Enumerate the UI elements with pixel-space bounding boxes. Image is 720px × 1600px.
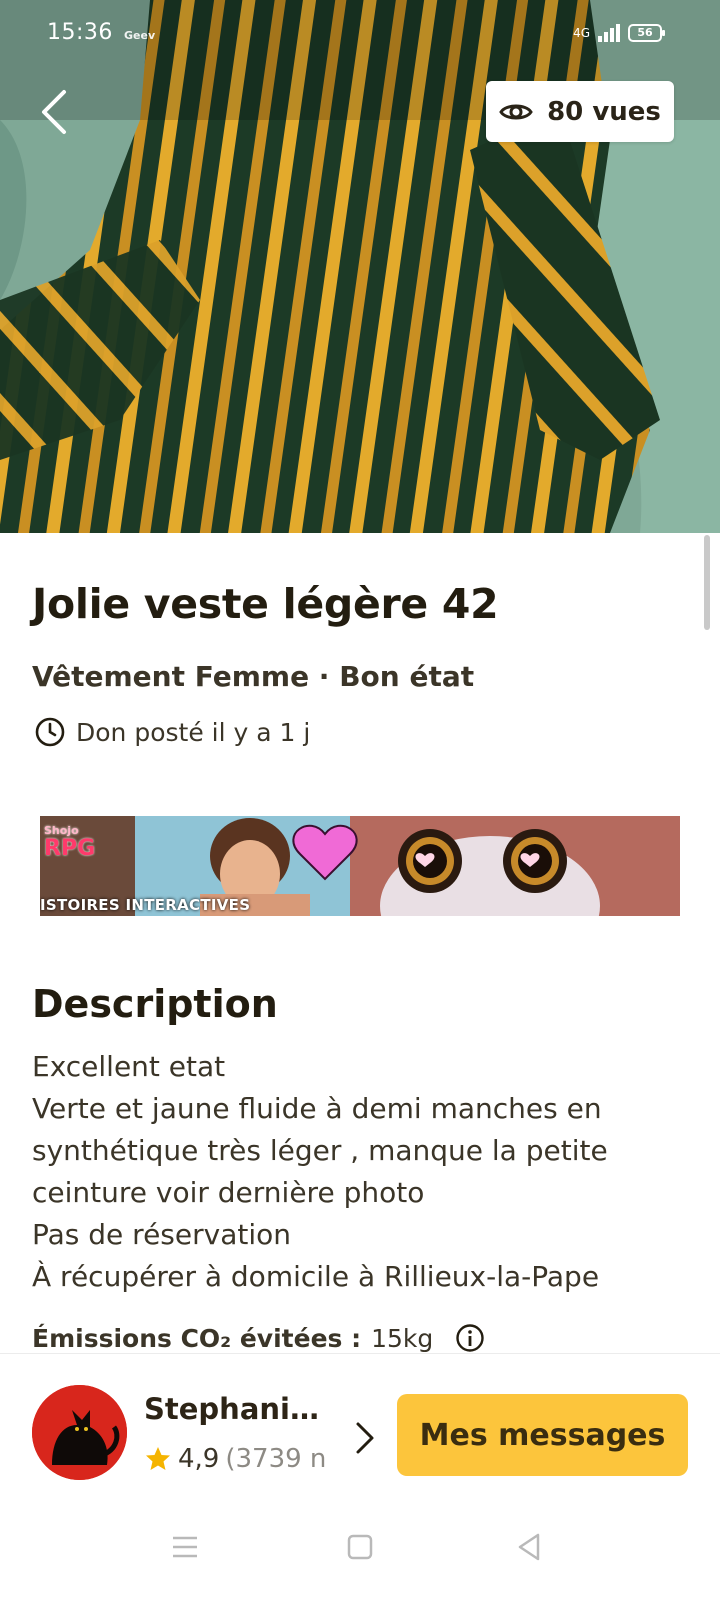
- chevron-right-icon[interactable]: [352, 1418, 378, 1458]
- star-icon: [146, 1447, 170, 1470]
- signal-icon: [598, 24, 620, 42]
- back-button[interactable]: [36, 86, 76, 138]
- description-text: Excellent etat Verte et jaune fluide à d…: [32, 1046, 692, 1298]
- posted-info: Don posté il y a 1 j: [34, 716, 310, 748]
- clock-icon: [35, 717, 65, 747]
- info-icon[interactable]: [455, 1323, 485, 1353]
- ad-logo: Shojo RPG: [44, 822, 96, 861]
- ad-caption: ISTOIRES INTERACTIVES: [40, 896, 251, 914]
- seller-footer: Stephanie… 4,9 (3739 n Mes messages: [0, 1353, 720, 1495]
- description-line: Excellent etat: [32, 1050, 226, 1083]
- description-line: synthétique très léger , manque la petit…: [32, 1134, 608, 1167]
- system-nav-bar: [0, 1495, 720, 1600]
- description-line: ceinture voir dernière photo: [32, 1176, 425, 1209]
- description-line: Verte et jaune fluide à demi manches en: [32, 1092, 602, 1125]
- product-photo[interactable]: 15:36 Geev 4G 56 80 vues: [0, 0, 720, 533]
- ad-banner[interactable]: Shojo RPG ISTOIRES INTERACTIVES: [40, 816, 680, 916]
- battery-icon: 56: [628, 24, 665, 42]
- co2-emissions: Émissions CO₂ évitées : 15kg: [32, 1323, 485, 1353]
- status-bar: 15:36 Geev 4G 56: [0, 0, 720, 70]
- seller-name[interactable]: Stephanie…: [144, 1392, 330, 1426]
- co2-label: Émissions CO₂ évitées :: [32, 1323, 362, 1353]
- views-badge: 80 vues: [486, 81, 674, 142]
- status-time: 15:36: [47, 20, 113, 45]
- item-category: Vêtement Femme · Bon état: [32, 660, 475, 693]
- posted-time: Don posté il y a 1 j: [76, 717, 311, 747]
- back-triangle-icon[interactable]: [510, 1527, 550, 1567]
- co2-value: 15kg: [371, 1323, 434, 1353]
- views-count: 80 vues: [547, 96, 661, 127]
- chevron-left-icon: [42, 90, 66, 134]
- product-photo-image: [0, 0, 720, 533]
- seller-rating: 4,9 (3739 n: [144, 1444, 334, 1474]
- avatar[interactable]: [32, 1385, 127, 1480]
- home-icon[interactable]: [340, 1527, 380, 1567]
- description-line: Pas de réservation: [32, 1218, 291, 1251]
- rating-count: (3739 n: [225, 1444, 327, 1474]
- menu-icon[interactable]: [165, 1527, 205, 1567]
- messages-button[interactable]: Mes messages: [397, 1394, 688, 1476]
- cat-avatar-image: [32, 1385, 127, 1480]
- status-indicators: 4G 56: [573, 24, 665, 42]
- eye-icon: [499, 104, 533, 119]
- description-heading: Description: [32, 982, 278, 1026]
- network-type: 4G: [573, 26, 590, 40]
- scrollbar[interactable]: [704, 535, 710, 630]
- status-carrier: Geev: [124, 29, 156, 42]
- ad-logo-main: RPG: [44, 836, 96, 861]
- description-line: À récupérer à domicile à Rillieux-la-Pap…: [32, 1260, 600, 1293]
- rating-value: 4,9: [178, 1444, 220, 1474]
- item-title: Jolie veste légère 42: [32, 580, 499, 628]
